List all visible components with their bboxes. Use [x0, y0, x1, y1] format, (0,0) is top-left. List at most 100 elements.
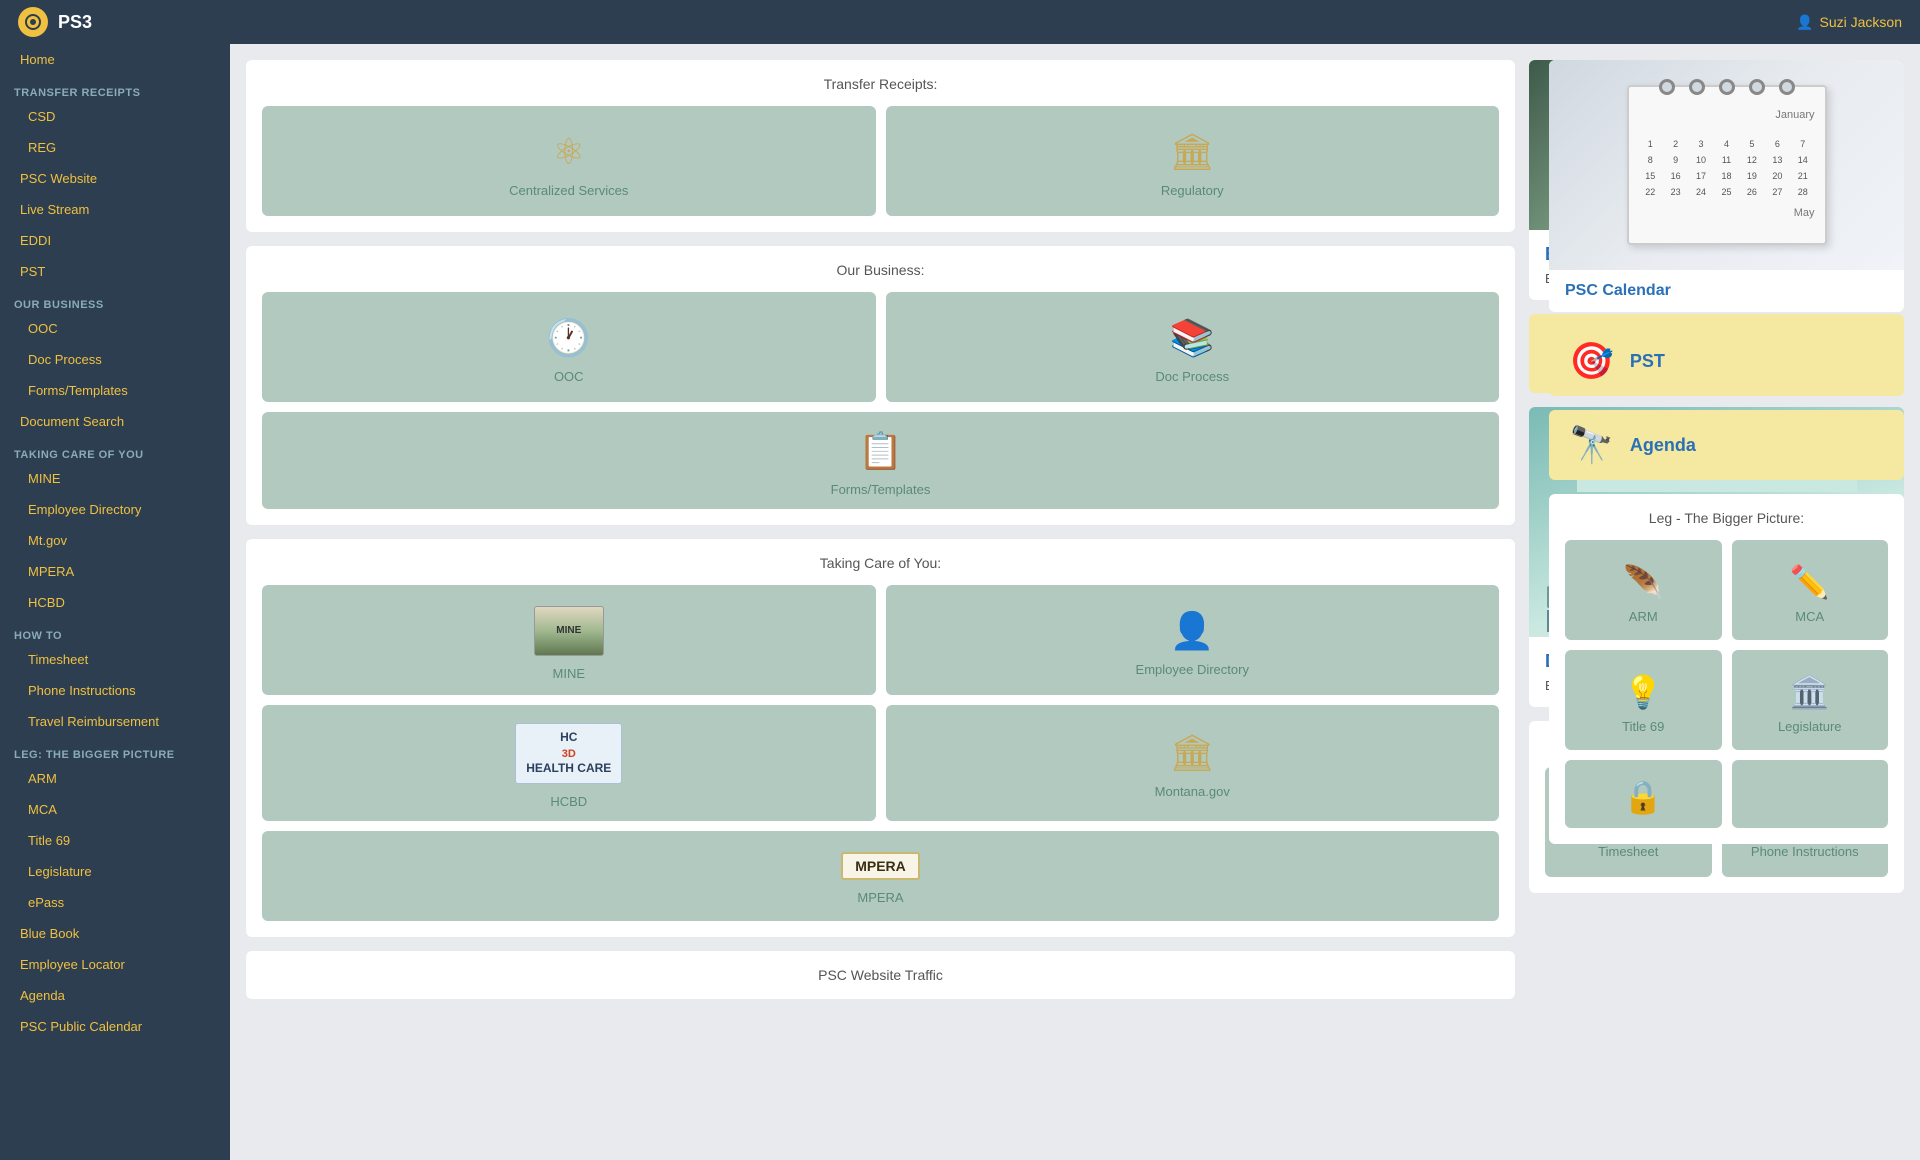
tile-forms-templates[interactable]: 📋 Forms/Templates: [262, 412, 1499, 509]
leg-tile-title69[interactable]: 💡 Title 69: [1565, 650, 1722, 750]
sidebar-section-taking-care: TAKING CARE OF YOU: [0, 441, 230, 463]
regulatory-label: Regulatory: [1161, 183, 1224, 198]
mca-label: MCA: [1795, 609, 1824, 624]
taking-care-tiles-row3: MPERA MPERA: [262, 831, 1499, 921]
leg-section: Leg - The Bigger Picture: 🪶 ARM ✏️ MCA 💡…: [1549, 494, 1904, 844]
sidebar-item-employee-directory[interactable]: Employee Directory: [0, 494, 230, 525]
topbar: PS3 👤 Suzi Jackson: [0, 0, 1920, 44]
ooc-label: OOC: [554, 369, 584, 384]
sidebar-item-timesheet[interactable]: Timesheet: [0, 644, 230, 675]
forms-templates-label: Forms/Templates: [831, 482, 931, 497]
phone-instructions-label: Phone Instructions: [1751, 844, 1859, 859]
transfer-receipts-tiles: ⚛ Centralized Services 🏛 Regulatory: [262, 106, 1499, 216]
leg-title: Leg - The Bigger Picture:: [1565, 510, 1888, 526]
ring-2: [1689, 79, 1705, 95]
sidebar-item-ooc[interactable]: OOC: [0, 313, 230, 344]
leg-tile-legislature[interactable]: 🏛️ Legislature: [1732, 650, 1889, 750]
tile-doc-process[interactable]: 📚 Doc Process: [886, 292, 1500, 402]
legislature-icon: 🏛️: [1790, 673, 1830, 711]
sidebar-item-blue-book[interactable]: Blue Book: [0, 918, 230, 949]
centralized-services-label: Centralized Services: [509, 183, 628, 198]
tile-regulatory[interactable]: 🏛 Regulatory: [886, 106, 1500, 216]
sidebar-item-mtgov[interactable]: Mt.gov: [0, 525, 230, 556]
employee-directory-icon: 👤: [1170, 610, 1215, 652]
sidebar-item-forms-templates[interactable]: Forms/Templates: [0, 375, 230, 406]
taking-care-title: Taking Care of You:: [262, 555, 1499, 571]
sidebar-item-phone-instructions[interactable]: Phone Instructions: [0, 675, 230, 706]
taking-care-tiles-row1: MINE MINE 👤 Employee Directory: [262, 585, 1499, 695]
psc-traffic-section: PSC Website Traffic: [246, 951, 1515, 999]
sidebar-item-pst[interactable]: PST: [0, 256, 230, 287]
sidebar-item-reg[interactable]: REG: [0, 132, 230, 163]
forms-templates-icon: 📋: [858, 430, 903, 472]
mca-icon: ✏️: [1790, 563, 1830, 601]
mine-label: MINE: [553, 666, 586, 681]
tile-hcbd[interactable]: HC3DHEALTH CARE HCBD: [262, 705, 876, 821]
psc-calendar-card[interactable]: January 12345678910111213141516171819202…: [1549, 60, 1904, 312]
left-column: Transfer Receipts: ⚛ Centralized Service…: [246, 60, 1515, 999]
mpera-icon: MPERA: [841, 852, 920, 880]
title69-icon: 💡: [1623, 673, 1663, 711]
our-business-section: Our Business: 🕐 OOC 📚 Doc Process: [246, 246, 1515, 525]
app-title: PS3: [58, 12, 92, 33]
agenda-card[interactable]: 🔭 Agenda: [1549, 410, 1904, 480]
doc-process-label: Doc Process: [1155, 369, 1229, 384]
user-info[interactable]: 👤 Suzi Jackson: [1796, 14, 1902, 31]
agenda-label: Agenda: [1630, 435, 1696, 456]
ring-5: [1779, 79, 1795, 95]
sidebar-item-document-search[interactable]: Document Search: [0, 406, 230, 437]
mpera-label: MPERA: [857, 890, 903, 905]
app-logo[interactable]: PS3: [18, 7, 92, 37]
sidebar-section-our-business: OUR BUSINESS: [0, 291, 230, 313]
sidebar-section-how-to: HOW TO: [0, 622, 230, 644]
title69-label: Title 69: [1622, 719, 1664, 734]
sidebar-item-epass[interactable]: ePass: [0, 887, 230, 918]
tile-ooc[interactable]: 🕐 OOC: [262, 292, 876, 402]
sidebar-item-title69[interactable]: Title 69: [0, 825, 230, 856]
sidebar-item-legislature[interactable]: Legislature: [0, 856, 230, 887]
ooc-icon: 🕐: [546, 317, 591, 359]
pst-label: PST: [1630, 351, 1665, 372]
tile-employee-directory[interactable]: 👤 Employee Directory: [886, 585, 1500, 695]
sidebar-item-mine[interactable]: MINE: [0, 463, 230, 494]
sidebar-item-psc-public-calendar[interactable]: PSC Public Calendar: [0, 1011, 230, 1042]
ring-3: [1719, 79, 1735, 95]
sidebar-item-agenda[interactable]: Agenda: [0, 980, 230, 1011]
leg-tile-arm[interactable]: 🪶 ARM: [1565, 540, 1722, 640]
sidebar-item-mca[interactable]: MCA: [0, 794, 230, 825]
ring-1: [1659, 79, 1675, 95]
tile-centralized-services[interactable]: ⚛ Centralized Services: [262, 106, 876, 216]
ring-4: [1749, 79, 1765, 95]
leg-tile-extra2[interactable]: [1732, 760, 1889, 828]
calendar-grid: 1234567891011121314151617181920212223242…: [1639, 137, 1815, 199]
tile-mpera[interactable]: MPERA MPERA: [262, 831, 1499, 921]
sidebar-item-arm[interactable]: ARM: [0, 763, 230, 794]
taking-care-section: Taking Care of You: MINE MINE 👤 Employee…: [246, 539, 1515, 937]
our-business-title: Our Business:: [262, 262, 1499, 278]
sidebar-item-csd[interactable]: CSD: [0, 101, 230, 132]
leg-tile-mca[interactable]: ✏️ MCA: [1732, 540, 1889, 640]
tile-mine[interactable]: MINE MINE: [262, 585, 876, 695]
sidebar-item-mpera[interactable]: MPERA: [0, 556, 230, 587]
logo-icon: [18, 7, 48, 37]
transfer-receipts-section: Transfer Receipts: ⚛ Centralized Service…: [246, 60, 1515, 232]
pst-card[interactable]: 🎯 PST: [1549, 326, 1904, 396]
sidebar-section-leg: LEG: THE BIGGER PICTURE: [0, 741, 230, 763]
sidebar-item-employee-locator[interactable]: Employee Locator: [0, 949, 230, 980]
mine-icon: MINE: [534, 606, 604, 656]
arm-label: ARM: [1629, 609, 1658, 624]
sidebar-item-travel-reimbursement[interactable]: Travel Reimbursement: [0, 706, 230, 737]
tile-montana-gov[interactable]: 🏛 Montana.gov: [886, 705, 1500, 821]
regulatory-icon: 🏛: [1169, 131, 1215, 173]
timesheet-label: Timesheet: [1598, 844, 1658, 859]
leg-tile-extra[interactable]: 🔒: [1565, 760, 1722, 828]
sidebar-item-psc-website[interactable]: PSC Website: [0, 163, 230, 194]
sidebar-item-hcbd[interactable]: HCBD: [0, 587, 230, 618]
user-icon: 👤: [1796, 14, 1813, 31]
sidebar-item-eddi[interactable]: EDDI: [0, 225, 230, 256]
hcbd-icon: HC3DHEALTH CARE: [515, 723, 622, 784]
sidebar-item-doc-process[interactable]: Doc Process: [0, 344, 230, 375]
lock-icon: 🔒: [1623, 778, 1663, 816]
sidebar-item-home[interactable]: Home: [0, 44, 230, 75]
sidebar-item-live-stream[interactable]: Live Stream: [0, 194, 230, 225]
